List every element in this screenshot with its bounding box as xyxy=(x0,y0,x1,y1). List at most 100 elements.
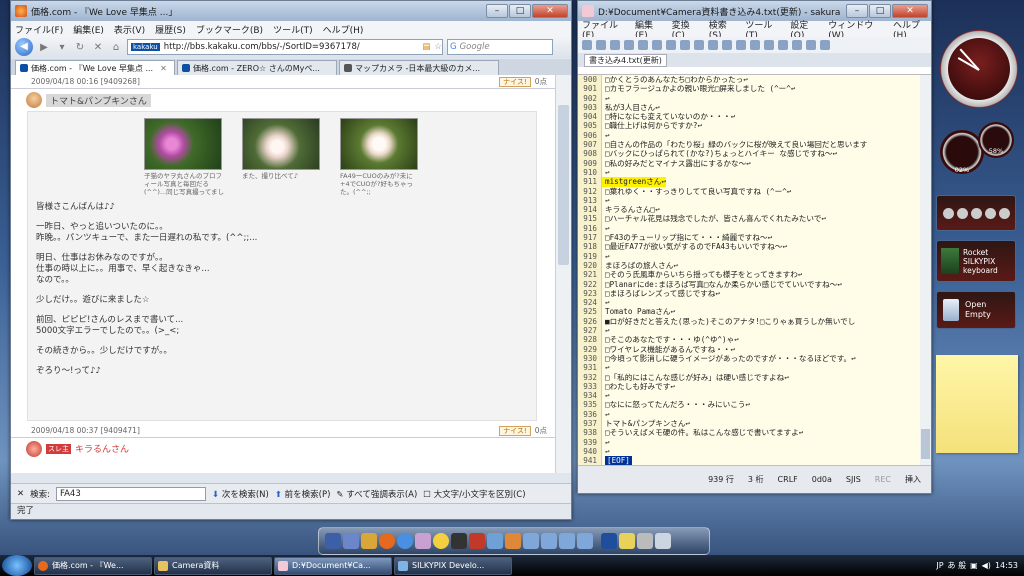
editor-line[interactable]: 904 □特になにも変えていないのか・・・↩ xyxy=(578,112,920,122)
dock-app-icon[interactable] xyxy=(433,533,449,549)
folder-icon[interactable] xyxy=(577,533,593,549)
firefox-titlebar[interactable]: 価格.com - 『We Love 早集点 ...」 – □ ✕ xyxy=(11,1,571,21)
memory-meter-gadget[interactable]: 58% xyxy=(978,122,1014,158)
search-prev-icon[interactable] xyxy=(694,40,704,50)
language-indicator[interactable]: JP xyxy=(936,561,943,570)
bookmark-icon[interactable] xyxy=(736,40,746,50)
start-button[interactable] xyxy=(2,555,32,576)
maximize-button[interactable]: □ xyxy=(509,4,531,18)
taskbar-button-folder[interactable]: Camera資料 xyxy=(154,556,272,575)
editor-line[interactable]: 938 □そういえばメモ硬の件。私はこんな感じで書いてますよ↩ xyxy=(578,428,920,438)
document-tab[interactable]: 書き込み4.txt(更新) xyxy=(578,53,931,67)
dock-app-icon[interactable] xyxy=(451,533,467,549)
editor-line[interactable]: 916 ↩ xyxy=(578,223,920,234)
editor-scrollbar[interactable] xyxy=(920,75,931,465)
photo-thumbnail[interactable]: 子猫のヤヲ丸さんのプロフィール写真と毎回だる(^^)...同じ写真撮ってました xyxy=(144,118,224,196)
editor-line[interactable]: 900 □かくとうのあんなたち□わからかったっ↩ xyxy=(578,75,920,85)
folder-icon[interactable] xyxy=(541,533,557,549)
volume-icon[interactable]: ◀) xyxy=(982,561,991,570)
taskbar-button-firefox[interactable]: 価格.com - 『We... xyxy=(34,556,152,575)
search-box[interactable]: G Google xyxy=(447,39,553,55)
editor-line[interactable]: 903 私が3人目さん↩ xyxy=(578,102,920,113)
rss-icon[interactable]: ▤ xyxy=(422,42,430,52)
editor-line[interactable]: 915 □ハーチャル花見は残念でしたが、皆さん喜んでくれたみたいで↩ xyxy=(578,214,920,224)
replace-icon[interactable] xyxy=(708,40,718,50)
dock-app-icon[interactable] xyxy=(343,533,359,549)
editor-line[interactable]: 909 □私の好みだとマイナス露出にするかな〜↩ xyxy=(578,158,920,168)
text-editor[interactable]: 900 □かくとうのあんなたち□わからかったっ↩ 901 □カモフラージュかよの親い眼… xyxy=(578,75,920,465)
photo-thumbnail[interactable]: FA49ーCUOのみが?未に+4でCUOが?好もちゃった。(^^;; xyxy=(340,118,420,196)
editor-line[interactable]: 936 ↩ xyxy=(578,409,920,419)
url-bar[interactable]: kakaku http://bbs.kakaku.com/bbs/-/SortI… xyxy=(127,39,443,55)
jump-icon[interactable] xyxy=(750,40,760,50)
editor-line[interactable]: 902 ↩ xyxy=(578,93,920,103)
folder-icon[interactable] xyxy=(523,533,539,549)
editor-line[interactable]: 922 □Planarにde:まほろば写真□なんか柔らかい感じでていいですね〜↩ xyxy=(578,279,920,289)
author-name[interactable]: キラるんさん xyxy=(75,442,129,455)
nice-button[interactable]: ナイス! xyxy=(499,425,531,436)
editor-line[interactable]: 939 ↩ xyxy=(578,437,920,447)
new-file-icon[interactable] xyxy=(582,40,592,50)
page-scrollbar[interactable] xyxy=(555,75,571,473)
maximize-button[interactable]: □ xyxy=(869,4,891,18)
editor-line[interactable]: 933 □わたしも好みです↩ xyxy=(578,381,920,392)
editor-line[interactable]: 935 □なにに怒ってたんだろ・・・みにいこう↩ xyxy=(578,400,920,410)
open-folder-icon[interactable] xyxy=(596,40,606,50)
help-icon[interactable] xyxy=(820,40,830,50)
clock-time[interactable]: 14:53 xyxy=(995,561,1018,570)
editor-line[interactable]: 908 □バックにひっぱられて(かな?)ちょっとハイキー な感じですね〜↩ xyxy=(578,149,920,159)
save-icon[interactable] xyxy=(610,40,620,50)
editor-line[interactable]: 920 まほろばの旅人さん↩ xyxy=(578,260,920,271)
editor-line[interactable]: 919 ↩ xyxy=(578,251,920,261)
dock-app-icon[interactable] xyxy=(325,533,341,549)
rocket-gadget[interactable]: Rocket SILKYPIX keyboard xyxy=(936,240,1016,282)
network-icon[interactable]: ▣ xyxy=(970,561,978,570)
search-icon[interactable] xyxy=(666,40,676,50)
editor-line[interactable]: 927 ↩ xyxy=(578,326,920,336)
menu-file[interactable]: ファイル(F) xyxy=(15,23,63,36)
nice-button[interactable]: ナイス! xyxy=(499,77,531,87)
tab-mapcamera[interactable]: マップカメラ -日本最大級のカメ... xyxy=(339,60,499,75)
stop-icon[interactable]: ✕ xyxy=(91,42,105,53)
dock-app-icon[interactable] xyxy=(361,533,377,549)
search-next-icon[interactable] xyxy=(680,40,690,50)
dock-app-icon[interactable] xyxy=(487,533,503,549)
editor-line[interactable]: 925 Tomato Pamaさん↩ xyxy=(578,307,920,317)
editor-line[interactable]: 914 キラるんさん□↩ xyxy=(578,205,920,215)
editor-line[interactable]: 926 ■ロが好きだと答えた(思った)そこのアナタ!□こりゃぁ買うしか無いでし xyxy=(578,316,920,327)
editor-line[interactable]: 912 □葉れゆく・・すっきりしてて良い写真ですね (^ー^↩ xyxy=(578,186,920,196)
sticky-note-gadget[interactable] xyxy=(936,355,1018,453)
minimize-button[interactable]: – xyxy=(486,4,508,18)
dock-app-icon[interactable] xyxy=(619,533,635,549)
close-button[interactable]: ✕ xyxy=(892,4,928,18)
editor-line[interactable]: 929 □ワイヤレス機能があるんですね・・↩ xyxy=(578,344,920,354)
close-button[interactable]: ✕ xyxy=(532,4,568,18)
editor-line[interactable]: 905 □職仕上げは何からですか?↩ xyxy=(578,121,920,131)
undo-icon[interactable] xyxy=(638,40,648,50)
redo-icon[interactable] xyxy=(652,40,662,50)
editor-line[interactable]: 924 ↩ xyxy=(578,298,920,308)
taskbar-button-silkypix[interactable]: SILKYPIX Develo... xyxy=(394,556,512,575)
settings-icon[interactable] xyxy=(792,40,802,50)
ime-indicator[interactable]: あ 般 xyxy=(948,560,967,571)
find-next-button[interactable]: ⬇ 次を検索(N) xyxy=(212,488,269,500)
forward-button[interactable]: ▶ xyxy=(37,42,51,53)
back-button[interactable]: ◀ xyxy=(15,38,33,56)
font-icon[interactable] xyxy=(806,40,816,50)
editor-line[interactable]: 917 □F43のチューリップ指にて・・・綺麗ですね〜↩ xyxy=(578,233,920,243)
editor-line[interactable]: 921 □そのう氏風車からいちら揺っても様子をとってきますわ↩ xyxy=(578,270,920,280)
editor-line[interactable]: 901 □カモフラージュかよの親い眼光□屏来しました (^ー^↩ xyxy=(578,84,920,94)
grep-icon[interactable] xyxy=(722,40,732,50)
firefox-icon[interactable] xyxy=(379,533,395,549)
clock-gadget[interactable] xyxy=(940,30,1018,108)
tab-close-icon[interactable]: ✕ xyxy=(160,64,167,73)
find-prev-button[interactable]: ⬆ 前を検索(P) xyxy=(275,488,331,500)
menu-view[interactable]: 表示(V) xyxy=(114,23,145,36)
reload-icon[interactable]: ↻ xyxy=(73,42,87,53)
editor-line[interactable]: 940 ↩ xyxy=(578,446,920,457)
home-icon[interactable]: ⌂ xyxy=(109,42,123,53)
menu-edit[interactable]: 編集(E) xyxy=(73,23,104,36)
author-name[interactable]: トマト&パンプキンさん xyxy=(46,93,151,107)
editor-line[interactable]: 937 トマト&パンプキンさん↩ xyxy=(578,418,920,429)
menu-bookmarks[interactable]: ブックマーク(B) xyxy=(196,23,263,36)
